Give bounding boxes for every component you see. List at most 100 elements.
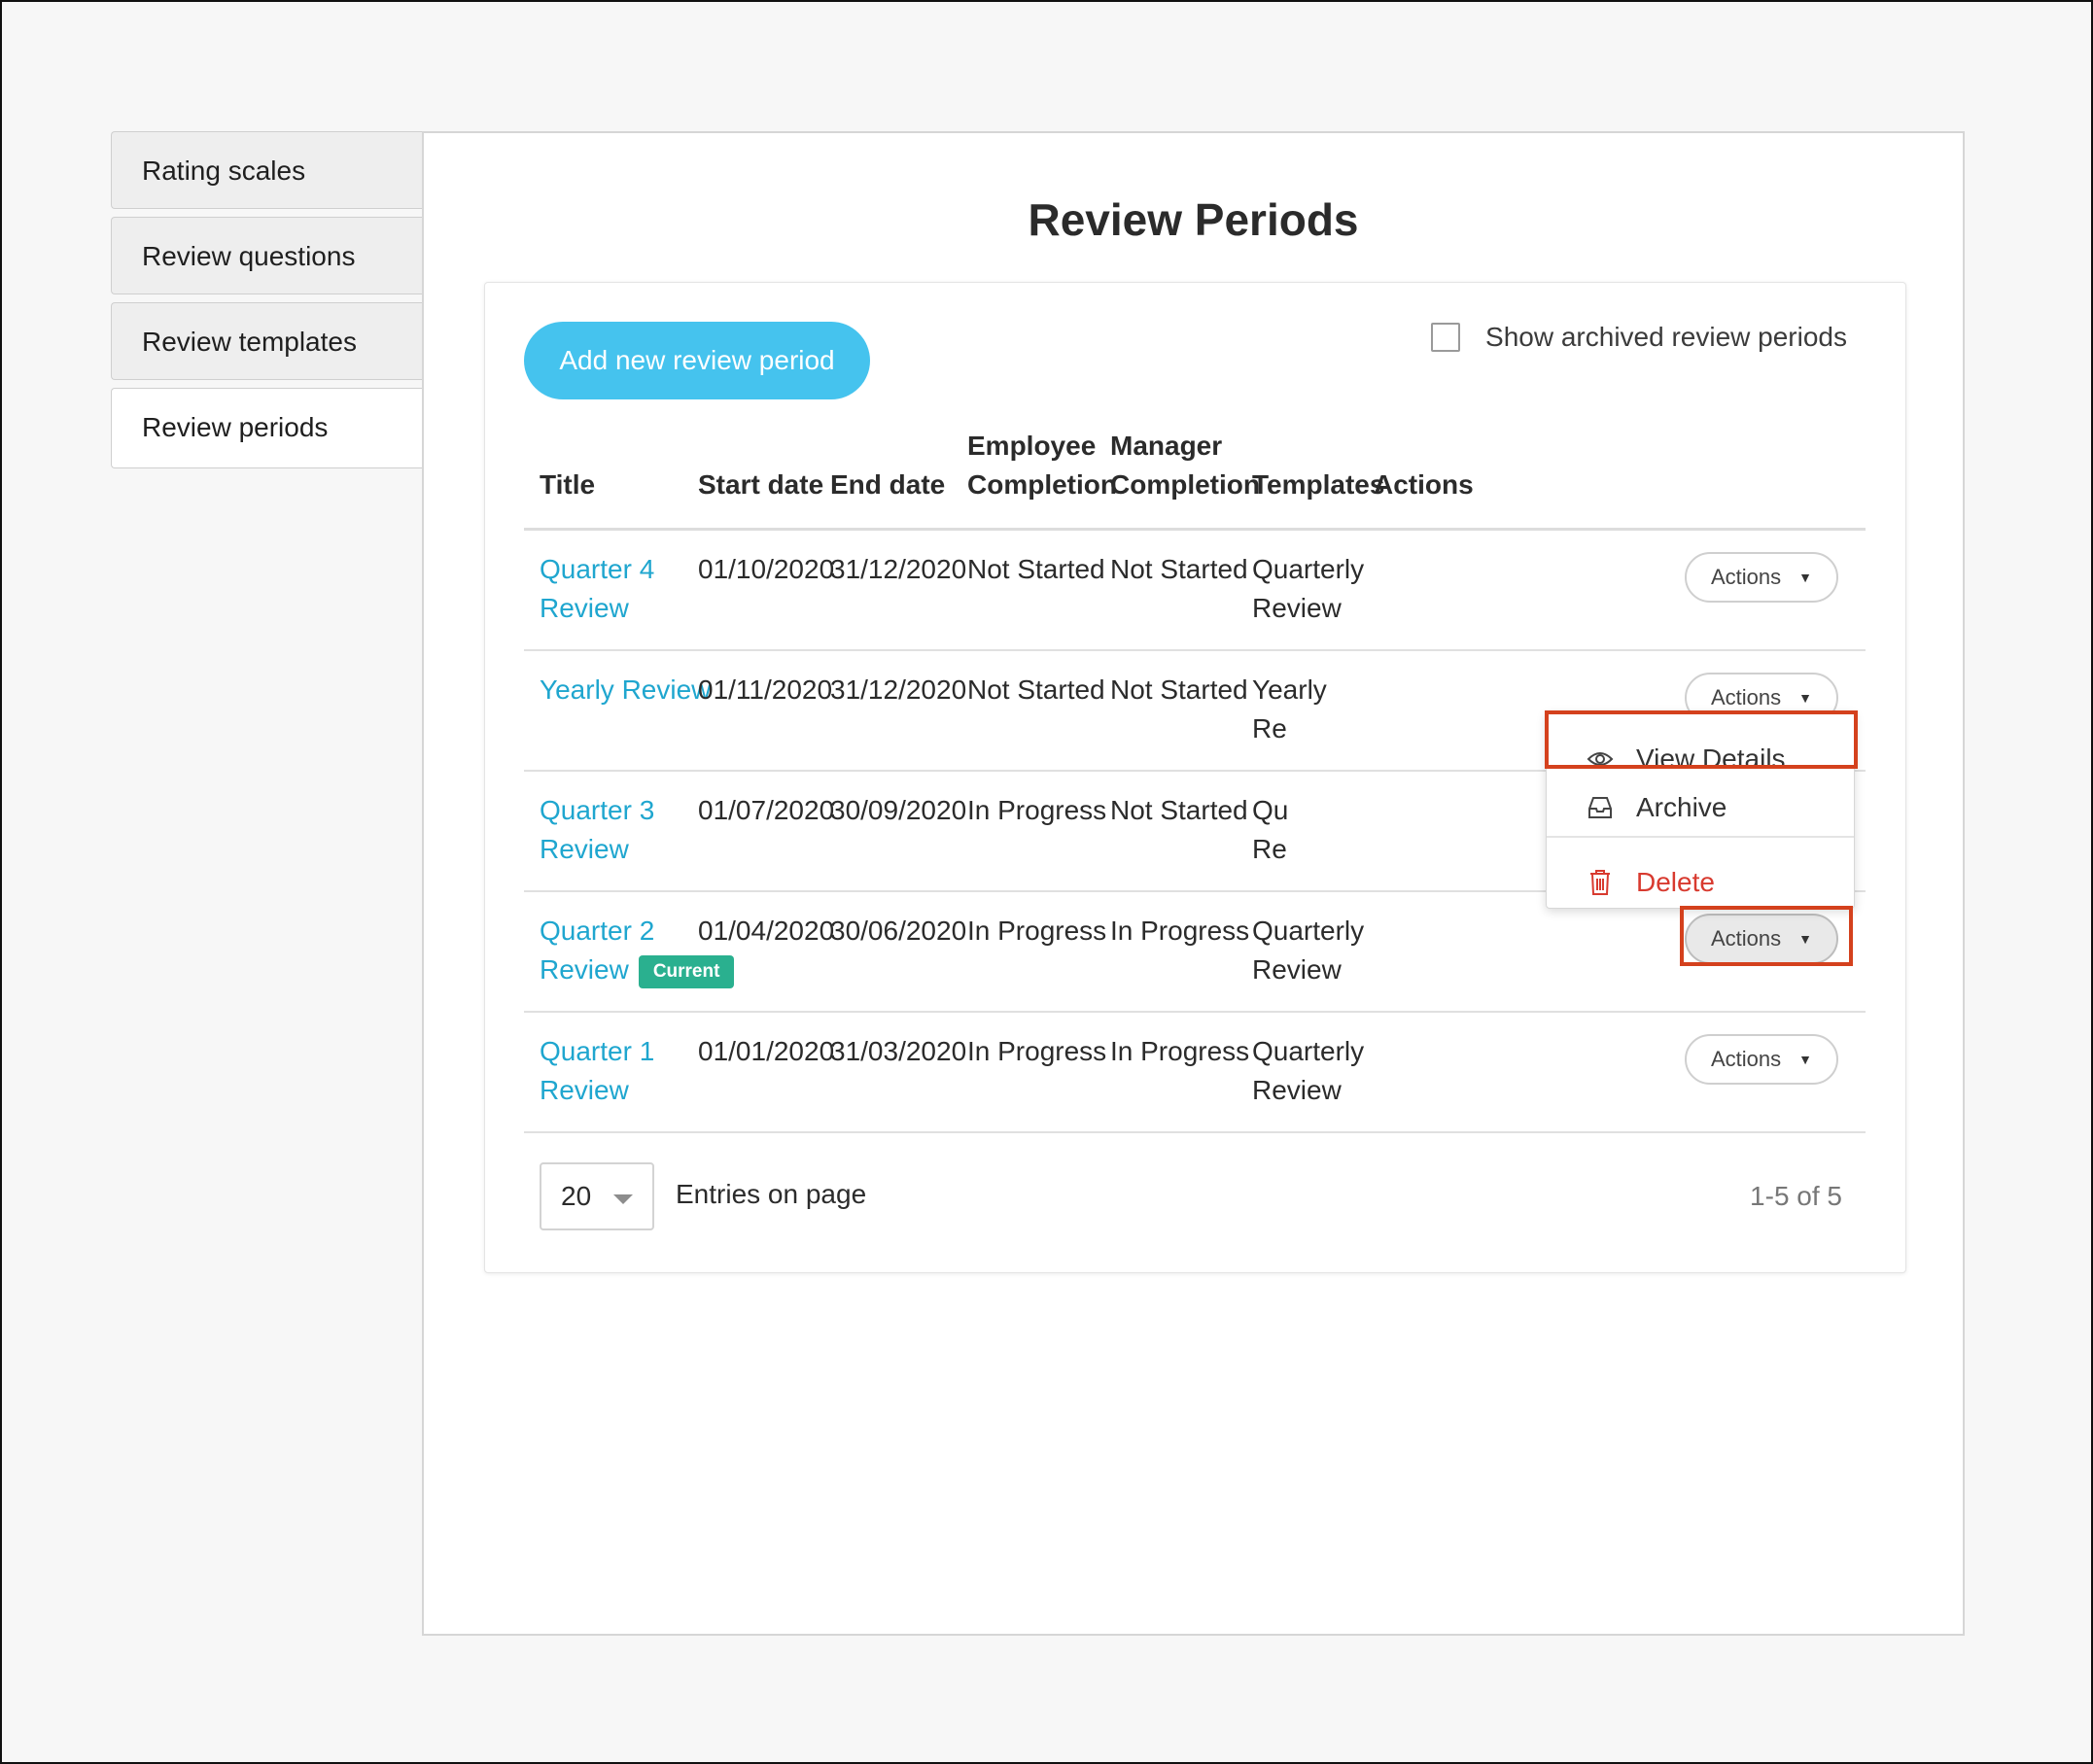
menu-divider — [1547, 836, 1854, 838]
header-end-date[interactable]: End date — [830, 466, 945, 504]
employee-completion: Not Started — [967, 554, 1105, 584]
caret-down-icon: ▼ — [1798, 690, 1812, 706]
entries-label: Entries on page — [676, 1179, 867, 1209]
title-line: Review — [540, 1075, 629, 1105]
title-line: Yearly Review — [540, 674, 712, 705]
template-line: Quarterly — [1252, 554, 1365, 584]
start-date: 01/07/2020 — [698, 795, 835, 825]
employee-completion: Not Started — [967, 674, 1105, 705]
header-title[interactable]: Title — [540, 466, 595, 504]
caret-down-icon: ▼ — [1798, 1052, 1812, 1067]
table-row: Quarter 2 Review Current 01/04/2020 30/06… — [524, 892, 1866, 1013]
menu-item-label: Archive — [1636, 792, 1727, 822]
sidebar-item-label: Review questions — [142, 241, 356, 271]
title-line: Quarter 4 — [540, 554, 655, 584]
template-line: Quarterly — [1252, 916, 1365, 946]
sidebar-item-rating-scales[interactable]: Rating scales — [111, 131, 422, 209]
employee-completion: In Progress — [967, 795, 1107, 825]
employee-completion: In Progress — [967, 1036, 1107, 1066]
add-review-period-button[interactable]: Add new review period — [524, 322, 870, 399]
end-date: 31/12/2020 — [830, 674, 967, 705]
title-line: Review — [540, 834, 629, 864]
sidebar-item-review-templates[interactable]: Review templates — [111, 302, 422, 380]
manager-completion: Not Started — [1110, 674, 1248, 705]
actions-dropdown-menu: View Details Archive Delete — [1546, 711, 1855, 909]
review-period-link[interactable]: Quarter 4 Review — [540, 550, 654, 628]
eye-icon — [1586, 744, 1615, 774]
table-row: Quarter 4 Review 01/10/2020 31/12/2020 N… — [524, 531, 1866, 651]
end-date: 30/06/2020 — [830, 916, 967, 946]
end-date: 30/09/2020 — [830, 795, 967, 825]
actions-dropdown-button-active[interactable]: Actions ▼ — [1685, 914, 1838, 964]
entries-per-page-select[interactable]: 20 — [540, 1162, 654, 1230]
end-date: 31/03/2020 — [830, 1036, 967, 1066]
actions-dropdown-button[interactable]: Actions ▼ — [1685, 1034, 1838, 1085]
template-line: Yearly — [1252, 674, 1327, 705]
menu-item-delete[interactable]: Delete — [1547, 857, 1854, 908]
menu-item-label: View Details — [1636, 744, 1786, 774]
entries-value: 20 — [561, 1181, 592, 1211]
template-line: Review — [1252, 954, 1342, 985]
menu-item-archive[interactable]: Archive — [1547, 782, 1854, 833]
table-header: Title Start date End date Employee Compl… — [524, 419, 1866, 531]
start-date: 01/04/2020 — [698, 916, 835, 946]
table-row: Quarter 1 Review 01/01/2020 31/03/2020 I… — [524, 1013, 1866, 1133]
manager-completion: Not Started — [1110, 554, 1248, 584]
header-employee-line1: Employee — [967, 431, 1097, 461]
caret-down-icon: ▼ — [1798, 931, 1812, 947]
template-line: Review — [1252, 593, 1342, 623]
archive-icon — [1586, 793, 1615, 822]
start-date: 01/01/2020 — [698, 1036, 835, 1066]
employee-completion: In Progress — [967, 916, 1107, 946]
title-line: Review — [540, 954, 629, 985]
sidebar-item-label: Rating scales — [142, 156, 306, 186]
page-title: Review Periods — [1028, 194, 1359, 245]
actions-label: Actions — [1710, 926, 1782, 951]
current-badge: Current — [638, 955, 735, 988]
review-period-link[interactable]: Quarter 3 Review — [540, 791, 654, 869]
header-templates: Templates — [1252, 469, 1385, 500]
show-archived-checkbox[interactable] — [1431, 323, 1461, 352]
title-line: Review — [540, 593, 629, 623]
sidebar-item-label: Review periods — [142, 412, 329, 442]
template-line: Re — [1252, 713, 1287, 744]
template-name: Qu Re — [1252, 791, 1288, 869]
sidebar-item-label: Review templates — [142, 327, 357, 357]
title-line: Quarter 1 — [540, 1036, 655, 1066]
review-period-link[interactable]: Quarter 1 Review — [540, 1032, 654, 1110]
manager-completion: In Progress — [1110, 1036, 1250, 1066]
header-actions: Actions — [1374, 469, 1474, 500]
review-period-link[interactable]: Yearly Review — [540, 671, 711, 709]
pagination-info: 1-5 of 5 — [1750, 1181, 1842, 1211]
template-line: Quarterly — [1252, 1036, 1365, 1066]
header-start-date[interactable]: Start date — [698, 466, 823, 504]
header-manager-completion[interactable]: Manager Completion — [1110, 427, 1260, 504]
header-manager-line1: Manager — [1110, 431, 1223, 461]
show-archived-toggle[interactable]: Show archived review periods — [1431, 322, 1847, 353]
menu-item-view-details[interactable]: View Details — [1547, 734, 1854, 784]
manager-completion: In Progress — [1110, 916, 1250, 946]
menu-item-label: Delete — [1636, 867, 1715, 897]
screenshot-frame: Rating scales Review questions Review te… — [0, 0, 2093, 1764]
actions-dropdown-button[interactable]: Actions ▼ — [1685, 552, 1838, 603]
template-line: Review — [1252, 1075, 1342, 1105]
actions-label: Actions — [1710, 565, 1782, 589]
table-footer: 20 Entries on page 1-5 of 5 — [540, 1162, 1842, 1230]
header-employee-completion[interactable]: Employee Completion — [967, 427, 1117, 504]
caret-down-icon: ▼ — [1798, 570, 1812, 585]
start-date: 01/11/2020 — [698, 674, 833, 705]
template-name: Quarterly Review — [1252, 1032, 1364, 1110]
sidebar-item-review-questions[interactable]: Review questions — [111, 217, 422, 294]
end-date: 31/12/2020 — [830, 554, 967, 584]
actions-label: Actions — [1710, 1047, 1782, 1071]
header-manager-line2: Completion — [1110, 469, 1260, 500]
header-employee-line2: Completion — [967, 469, 1117, 500]
sidebar-item-review-periods[interactable]: Review periods — [111, 388, 422, 468]
start-date: 01/10/2020 — [698, 554, 835, 584]
actions-label: Actions — [1710, 685, 1782, 709]
template-line: Qu — [1252, 795, 1289, 825]
chevron-down-icon — [613, 1194, 633, 1204]
manager-completion: Not Started — [1110, 795, 1248, 825]
template-line: Re — [1252, 834, 1287, 864]
template-name: Quarterly Review — [1252, 550, 1364, 628]
